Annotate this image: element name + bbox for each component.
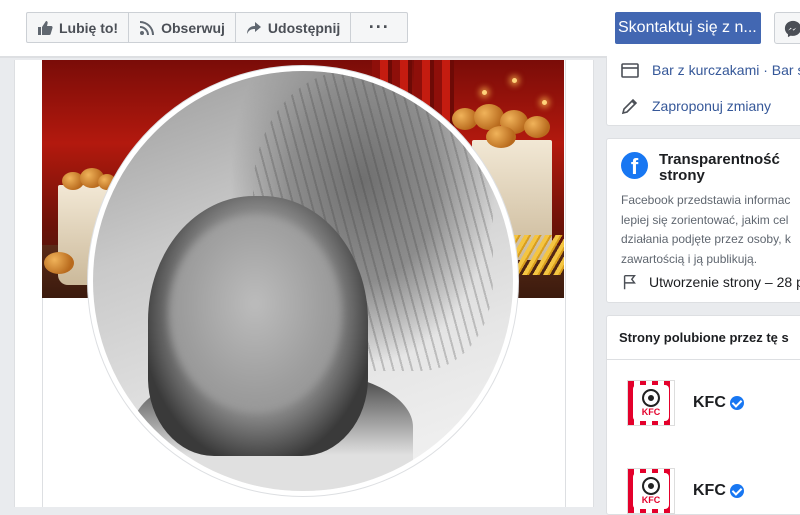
kfc-logo-inner: KFC bbox=[633, 473, 669, 509]
colonel-icon bbox=[642, 389, 660, 407]
messenger-button[interactable] bbox=[774, 12, 800, 44]
pencil-icon bbox=[621, 98, 638, 115]
action-buttons: Lubię to! Obserwuj Udostępnij ··· bbox=[26, 12, 409, 43]
liked-page-name[interactable]: KFC bbox=[693, 394, 744, 412]
page-action-bar: Lubię to! Obserwuj Udostępnij ··· Skonta… bbox=[0, 0, 800, 56]
storefront-icon bbox=[621, 63, 639, 78]
light-decoration bbox=[542, 100, 547, 105]
transparency-line: działania podjęte przez osoby, k bbox=[621, 232, 791, 246]
liked-page-item[interactable]: KFC KFC bbox=[627, 380, 744, 426]
transparency-title: Transparentność strony bbox=[659, 151, 780, 184]
kfc-logo[interactable]: KFC bbox=[627, 468, 675, 514]
flag-icon bbox=[623, 274, 636, 290]
messenger-icon bbox=[784, 20, 800, 38]
page-background bbox=[0, 56, 14, 507]
liked-pages-divider bbox=[607, 359, 800, 360]
share-arrow-icon bbox=[246, 21, 261, 34]
transparency-line: Facebook przedstawia informac bbox=[621, 193, 791, 207]
facebook-logo-icon: f bbox=[621, 152, 648, 179]
transparency-line: zawartością i ją publikują. bbox=[621, 251, 758, 266]
blurred-face bbox=[169, 216, 341, 411]
category-row: Bar z kurczakami · Bar s bbox=[620, 60, 800, 80]
follow-label: Obserwuj bbox=[161, 19, 225, 36]
like-label: Lubię to! bbox=[59, 19, 119, 36]
share-button[interactable]: Udostępnij bbox=[234, 12, 352, 43]
profile-picture[interactable] bbox=[93, 71, 513, 491]
fries bbox=[514, 235, 564, 275]
light-decoration bbox=[512, 78, 517, 83]
verified-badge-icon bbox=[729, 484, 744, 498]
kfc-logo-text: KFC bbox=[641, 407, 661, 417]
liked-page-name[interactable]: KFC bbox=[693, 482, 744, 500]
colonel-icon bbox=[642, 477, 660, 495]
liked-pages-card: Strony polubione przez tę s KFC KFC KFC … bbox=[606, 315, 800, 515]
more-options-button[interactable]: ··· bbox=[350, 12, 409, 43]
share-label: Udostępnij bbox=[267, 19, 341, 36]
chicken-piece bbox=[524, 116, 550, 138]
thumbs-up-icon bbox=[38, 20, 53, 35]
liked-pages-title: Strony polubione przez tę s bbox=[619, 330, 789, 345]
transparency-line: lepiej się zorientować, jakim cel bbox=[621, 212, 789, 227]
transparency-card: f Transparentność strony Facebook przeds… bbox=[606, 138, 800, 303]
category-link[interactable]: Bar z kurczakami · Bar s bbox=[652, 62, 800, 78]
more-dots-icon: ··· bbox=[368, 17, 390, 37]
follow-button[interactable]: Obserwuj bbox=[128, 12, 236, 43]
kfc-logo-inner: KFC bbox=[633, 385, 669, 421]
verified-badge-icon bbox=[729, 396, 744, 410]
transparency-description: Facebook przedstawia informac lepiej się… bbox=[621, 191, 800, 269]
liked-page-name-text: KFC bbox=[693, 394, 726, 411]
suggest-edit-link[interactable]: Zaproponuj zmiany bbox=[652, 98, 771, 114]
chicken-piece bbox=[44, 252, 74, 274]
kfc-logo[interactable]: KFC bbox=[627, 380, 675, 426]
like-page-button[interactable]: Lubię to! bbox=[26, 12, 130, 43]
page-created-row[interactable]: Utworzenie strony – 28 p bbox=[621, 273, 800, 291]
rss-follow-icon bbox=[140, 20, 155, 35]
liked-page-name-text: KFC bbox=[693, 482, 726, 499]
page-created-text: Utworzenie strony – 28 p bbox=[649, 274, 800, 290]
kfc-logo-text: KFC bbox=[641, 495, 661, 505]
contact-button[interactable]: Skontaktuj się z n... bbox=[615, 12, 761, 44]
liked-page-item[interactable]: KFC KFC bbox=[627, 468, 744, 514]
suggest-edit-row[interactable]: Zaproponuj zmiany bbox=[620, 96, 771, 116]
